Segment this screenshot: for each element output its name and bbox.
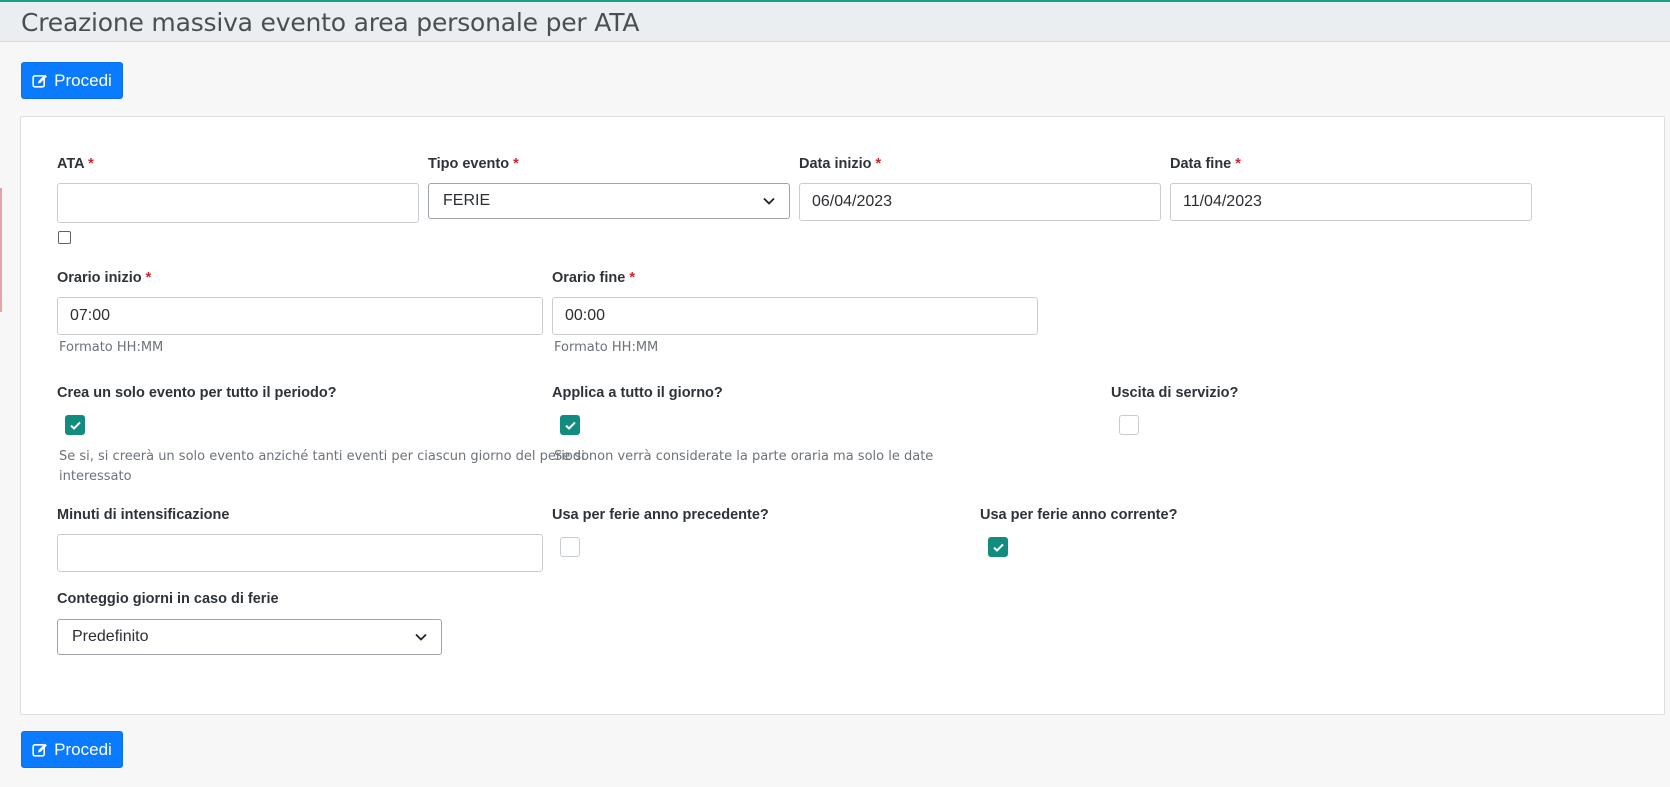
required-mark: * [629, 270, 636, 286]
edit-icon [32, 743, 48, 757]
tutto-giorno-label: Applica a tutto il giorno? [552, 385, 723, 401]
page-title: Creazione massiva evento area personale … [21, 8, 640, 37]
orario-fine-help: Formato HH:MM [554, 340, 659, 355]
form-card: ATA * Tipo evento * FERIE Data inizio * … [20, 116, 1665, 715]
ferie-anno-precedente-label: Usa per ferie anno precedente? [552, 507, 769, 523]
proceed-button-bottom[interactable]: Procedi [21, 731, 123, 768]
proceed-button-top[interactable]: Procedi [21, 62, 123, 99]
orario-fine-input[interactable] [552, 297, 1038, 335]
solo-evento-label: Crea un solo evento per tutto il periodo… [57, 385, 337, 401]
solo-evento-checkbox[interactable] [65, 415, 85, 435]
conteggio-giorni-selected: Predefinito [72, 628, 149, 645]
minuti-intensificazione-input[interactable] [57, 534, 543, 572]
tipo-evento-selected: FERIE [443, 192, 491, 209]
ata-checkbox[interactable] [58, 231, 71, 244]
tipo-evento-select[interactable]: FERIE [428, 183, 790, 219]
checkmark-icon [993, 543, 1004, 552]
chevron-down-icon [763, 197, 775, 205]
checkmark-icon [565, 421, 576, 430]
uscita-servizio-checkbox[interactable] [1119, 415, 1139, 435]
chevron-down-icon [415, 633, 427, 641]
conteggio-giorni-select[interactable]: Predefinito [57, 619, 442, 655]
required-mark: * [145, 270, 152, 286]
tutto-giorno-help: Se si non verrà considerate la parte ora… [554, 449, 934, 464]
tutto-giorno-checkbox[interactable] [560, 415, 580, 435]
required-mark: * [88, 156, 94, 172]
minuti-intensificazione-label: Minuti di intensificazione [57, 507, 230, 523]
checkmark-icon [70, 421, 81, 430]
orario-inizio-help: Formato HH:MM [59, 340, 164, 355]
ferie-anno-corrente-checkbox[interactable] [988, 537, 1008, 557]
proceed-button-label: Procedi [54, 70, 112, 90]
edit-icon [32, 74, 48, 88]
ferie-anno-precedente-checkbox[interactable] [560, 537, 580, 557]
data-fine-label: Data fine * [1170, 156, 1241, 172]
uscita-servizio-label: Uscita di servizio? [1111, 385, 1239, 401]
tipo-evento-label: Tipo evento * [428, 156, 519, 172]
ata-input[interactable] [57, 183, 419, 223]
required-mark: * [513, 156, 519, 172]
orario-inizio-input[interactable] [57, 297, 543, 335]
proceed-button-label: Procedi [54, 739, 112, 759]
data-inizio-label: Data inizio * [799, 156, 882, 172]
solo-evento-help: Se si, si creerà un solo evento anziché … [59, 449, 590, 484]
data-inizio-input[interactable] [799, 183, 1161, 221]
ata-label: ATA * [57, 156, 94, 172]
ferie-anno-corrente-label: Usa per ferie anno corrente? [980, 507, 1178, 523]
required-mark: * [875, 156, 882, 172]
page-header: Creazione massiva evento area personale … [0, 2, 1670, 42]
left-accent-bar [0, 188, 2, 312]
data-fine-input[interactable] [1170, 183, 1532, 221]
conteggio-giorni-label: Conteggio giorni in caso di ferie [57, 591, 279, 607]
required-mark: * [1235, 156, 1241, 172]
orario-fine-label: Orario fine * [552, 270, 636, 286]
orario-inizio-label: Orario inizio * [57, 270, 152, 286]
